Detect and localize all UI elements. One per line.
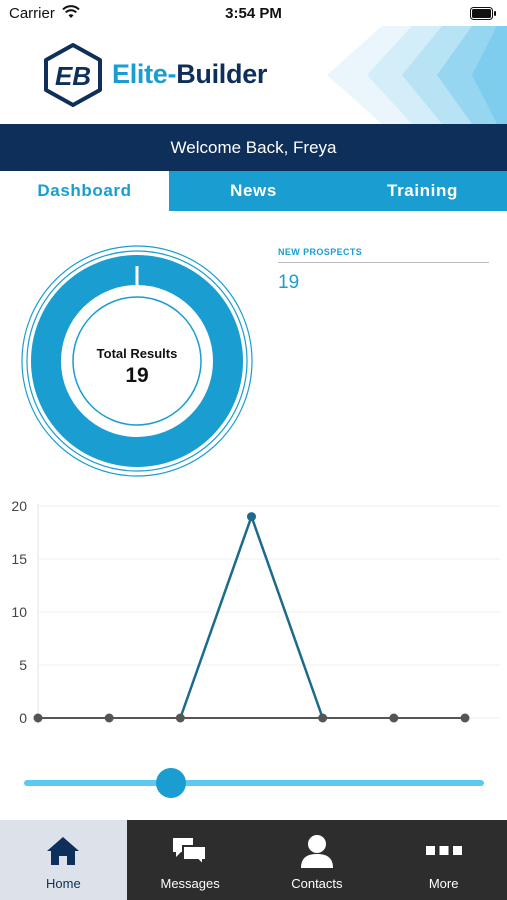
new-prospects-value: 19 [278, 272, 300, 293]
nav-messages-label: Messages [160, 876, 220, 891]
nav-more-label: More [428, 876, 459, 891]
y-tick-label: 15 [11, 551, 27, 567]
nav-home-label: Home [46, 876, 81, 891]
logo-badge-text: EB [55, 61, 91, 91]
data-point [460, 713, 470, 723]
home-icon [47, 837, 80, 865]
total-results-value: 19 [125, 364, 149, 387]
series-line-segment [250, 515, 324, 720]
welcome-banner: Welcome Back, Freya [0, 124, 507, 171]
app-header: EB Elite-Builder [0, 26, 507, 124]
nav-more[interactable]: More [380, 820, 507, 900]
data-point [247, 512, 256, 522]
new-prospects-divider [278, 262, 489, 263]
status-bar: Carrier 3:54 PM [0, 0, 507, 26]
tab-training[interactable]: Training [338, 171, 507, 211]
nav-contacts[interactable]: Contacts [254, 820, 381, 900]
brand-name-part1: Elite- [112, 59, 177, 89]
contacts-icon [300, 835, 333, 868]
more-icon [425, 846, 462, 855]
y-tick-label: 0 [19, 710, 27, 726]
series-line-segment [179, 515, 253, 720]
brand-name: Elite-Builder [112, 59, 267, 90]
results-donut-chart [21, 245, 253, 477]
brand-name-part2: Builder [176, 59, 268, 89]
date-range-slider[interactable] [24, 765, 484, 801]
total-results-label: Total Results [96, 346, 178, 361]
new-prospects-title: NEW PROSPECTS [278, 247, 363, 257]
y-tick-label: 20 [11, 498, 27, 514]
messages-icon [173, 838, 208, 867]
data-point [104, 713, 114, 723]
slider-track[interactable] [24, 780, 484, 786]
data-point [175, 713, 185, 723]
tab-news[interactable]: News [169, 171, 338, 211]
status-time: 3:54 PM [225, 5, 282, 22]
logo-badge: EB [44, 43, 102, 107]
y-tick-label: 10 [11, 604, 27, 620]
header-decoration [327, 26, 507, 124]
bottom-navigation: Home Messages Contacts More [0, 820, 507, 900]
tab-dashboard[interactable]: Dashboard [0, 171, 169, 211]
battery-icon [470, 7, 496, 20]
nav-home[interactable]: Home [0, 820, 127, 900]
slider-thumb[interactable] [156, 768, 187, 798]
data-point [389, 713, 399, 723]
data-point [33, 713, 43, 723]
tab-bar: Dashboard News Training [0, 171, 507, 211]
nav-contacts-label: Contacts [291, 876, 343, 891]
y-tick-label: 5 [19, 657, 27, 673]
results-line-chart: 0 5 10 15 20 [11, 498, 500, 726]
data-point [318, 713, 328, 723]
nav-messages[interactable]: Messages [127, 820, 254, 900]
